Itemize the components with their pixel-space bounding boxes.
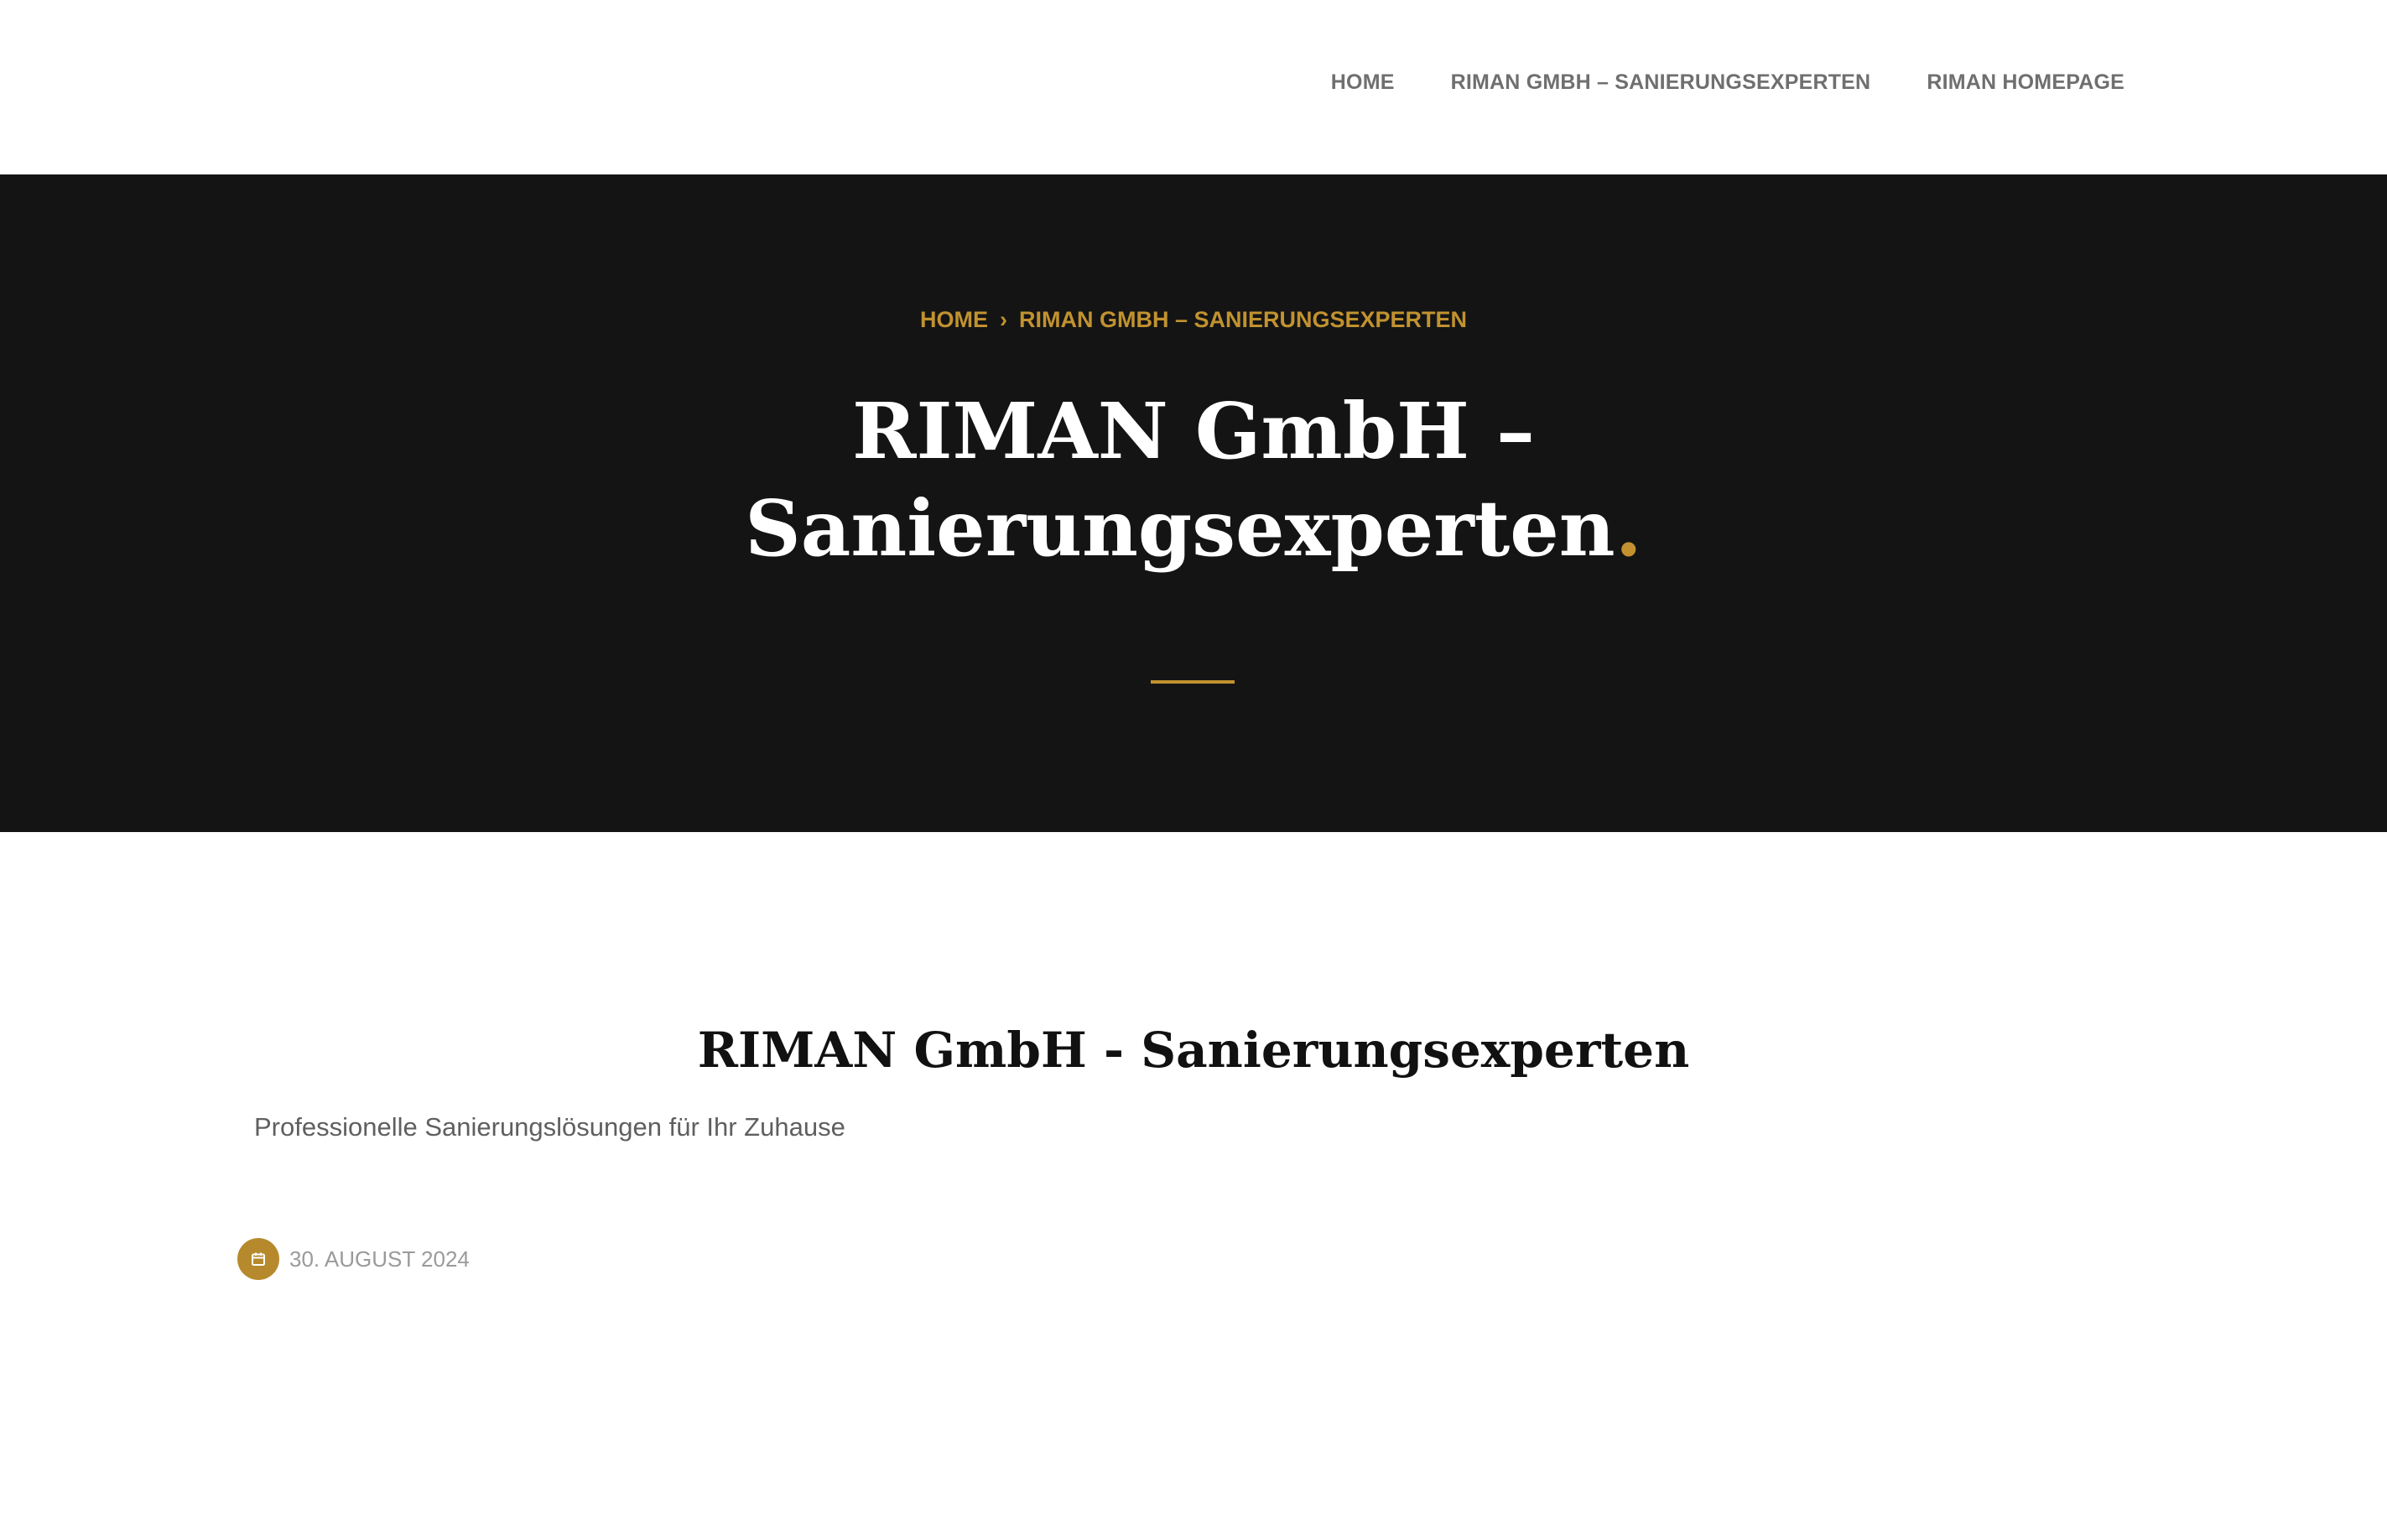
calendar-icon (237, 1238, 279, 1280)
content-heading: RIMAN GmbH - Sanierungsexperten (697, 1022, 1690, 1079)
content-subtitle: Professionelle Sanierungslösungen für Ih… (254, 1112, 845, 1142)
title-divider (1151, 680, 1235, 684)
page-title-line-2-text: Sanierungsexperten (745, 483, 1615, 574)
post-meta: 30. AUGUST 2024 (237, 1238, 470, 1280)
site-header: HOME RIMAN GMBH – SANIERUNGSEXPERTEN RIM… (0, 0, 2387, 174)
breadcrumb-current: RIMAN GMBH – SANIERUNGSEXPERTEN (1018, 307, 1468, 332)
breadcrumb-home-link[interactable]: HOME (920, 307, 988, 332)
hero-banner: HOME › RIMAN GMBH – SANIERUNGSEXPERTEN RIM… (0, 174, 2387, 832)
post-date[interactable]: 30. AUGUST 2024 (289, 1246, 470, 1272)
title-accent-dot: . (1615, 483, 1642, 574)
main-nav: HOME RIMAN GMBH – SANIERUNGSEXPERTEN RIM… (1331, 0, 2124, 169)
page-title: RIMAN GmbH – Sanierungsexperten. (0, 382, 2387, 577)
page-title-line-2: Sanierungsexperten. (0, 480, 2387, 577)
breadcrumb: HOME › RIMAN GMBH – SANIERUNGSEXPERTEN (0, 307, 2387, 333)
main-content: RIMAN GmbH - Sanierungsexperten Professi… (0, 832, 2387, 1540)
breadcrumb-separator: › (999, 307, 1007, 332)
page-title-line-1: RIMAN GmbH – (851, 386, 1536, 476)
nav-item-riman-sanierungsexperten[interactable]: RIMAN GMBH – SANIERUNGSEXPERTEN (1451, 70, 1871, 95)
nav-item-riman-homepage[interactable]: RIMAN HOMEPAGE (1927, 70, 2124, 95)
nav-item-home[interactable]: HOME (1331, 70, 1395, 95)
